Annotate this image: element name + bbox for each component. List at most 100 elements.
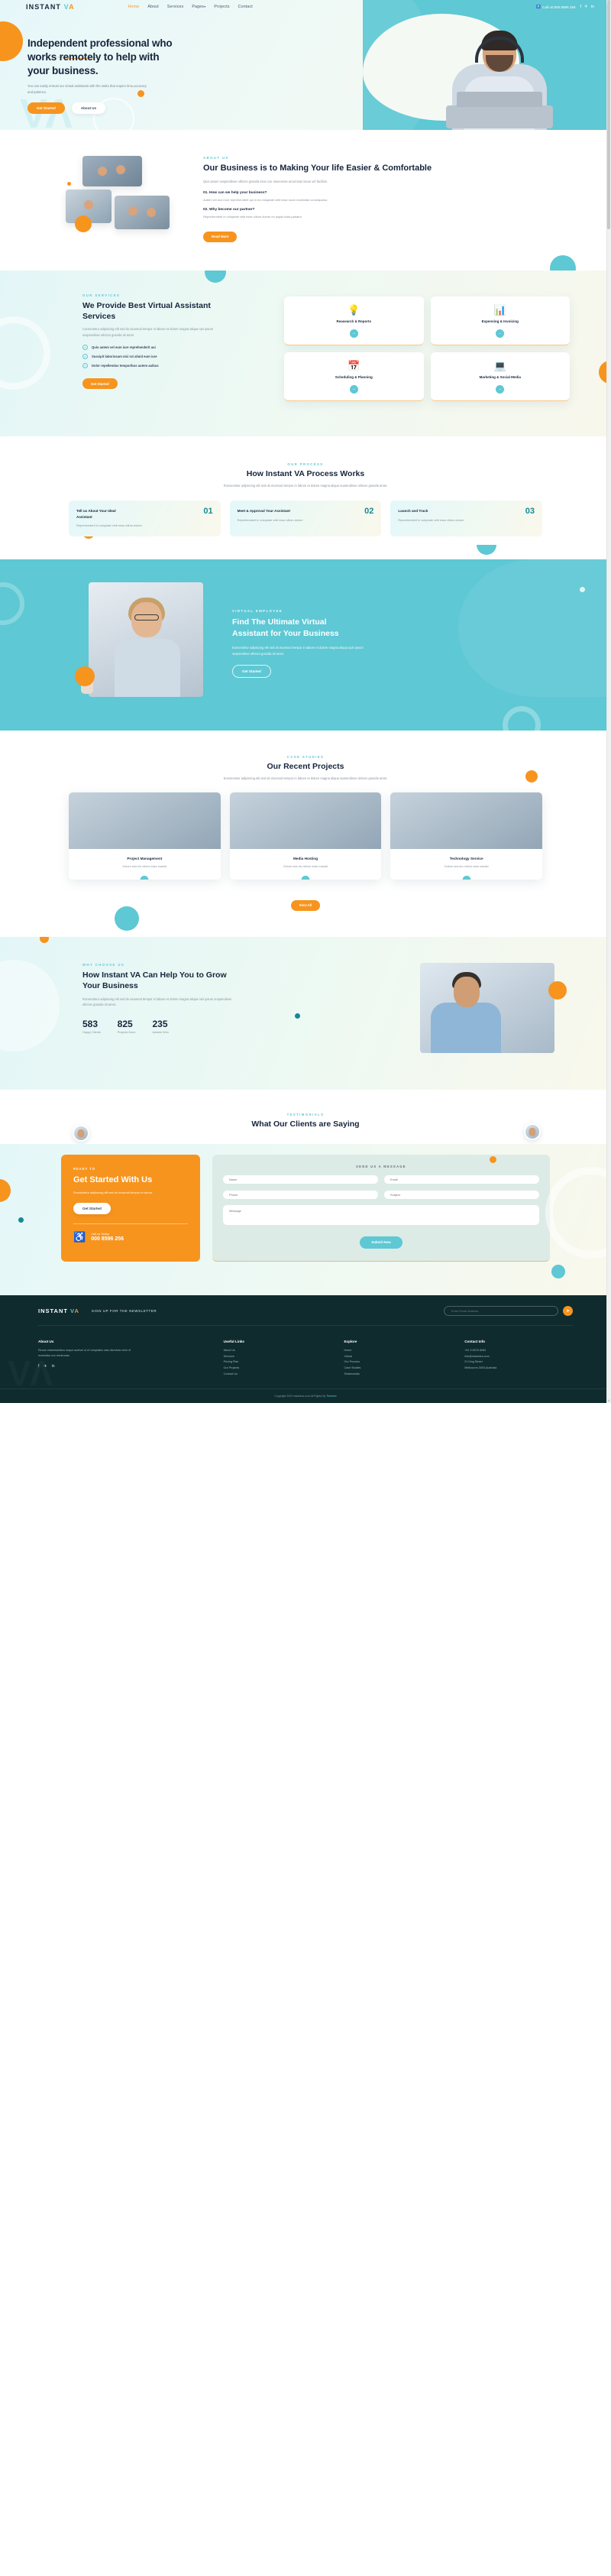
process-step-2: 02 Meet & Approval Your Assistant Repreh…: [229, 501, 382, 536]
project-card-2[interactable]: Media Hosting Dolore sea eiu rebvm esse …: [229, 792, 382, 880]
cta-get-started-button[interactable]: Get Started: [73, 1203, 111, 1215]
brand-logo[interactable]: INSTANT VA: [26, 3, 75, 11]
footer-copyright-link[interactable]: Themeix: [326, 1395, 336, 1398]
teal-ring-left: [0, 582, 24, 625]
footer-explore-our-process[interactable]: Our Process: [344, 1359, 452, 1366]
hero-about-us-button[interactable]: About Us: [71, 102, 106, 115]
newsletter-email-input[interactable]: [444, 1305, 558, 1316]
phone-field[interactable]: [223, 1190, 378, 1199]
footer-link-pricing-plan[interactable]: Pricing Plan: [224, 1359, 332, 1366]
name-field[interactable]: [223, 1175, 378, 1184]
footer-link-our-projects[interactable]: Our Projects: [224, 1366, 332, 1372]
nav-item-contact[interactable]: Contact: [238, 5, 253, 9]
footer-link-contact-us[interactable]: Contact Us: [224, 1372, 332, 1378]
footer-contact-phone[interactable]: +61 3 8376 6284: [464, 1348, 573, 1354]
process-section: OUR PROCESS How Instant VA Process Works…: [0, 436, 611, 559]
why-orange-dot: [40, 936, 49, 943]
arrow-right-icon[interactable]: →: [140, 876, 149, 880]
process-step-1-title: Tell us About Your Ideal Assistant: [76, 509, 116, 519]
nav-item-home[interactable]: Home: [128, 5, 140, 9]
footer-explore-virtual[interactable]: Virtual: [344, 1354, 452, 1360]
services-eyebrow: OUR SERVICES: [82, 293, 121, 297]
scrollbar-track[interactable]: ▴ ▾: [606, 0, 611, 1403]
service-card-marketing[interactable]: 💻 Marketing & Social Media →: [430, 352, 570, 401]
process-step-1-text: Reprehenderit in voluptate velit esse ci…: [76, 523, 142, 527]
send-icon[interactable]: ➤: [563, 1305, 573, 1316]
submit-now-button[interactable]: Submit Now: [360, 1236, 402, 1249]
services-teal-circle: [205, 271, 226, 283]
scroll-down-arrow[interactable]: ▾: [606, 1398, 611, 1403]
cta-call-block[interactable]: ♿ Call us Today: 000 8596 256: [73, 1232, 188, 1242]
services-description: Consectetur adipiscing elit sed do eiusm…: [82, 327, 214, 338]
projects-title: Our Recent Projects: [267, 761, 344, 771]
why-stats: 583 Happy Clients 825 Projects Done 235 …: [82, 1019, 283, 1034]
service-card-research[interactable]: 💡 Reasearch & Reports →: [284, 296, 424, 345]
linkedin-icon[interactable]: in: [591, 5, 594, 9]
stat-projects-done-number: 825: [117, 1019, 133, 1030]
footer-contact-email[interactable]: info@instantva.com: [464, 1354, 573, 1360]
footer-explore-testimonials[interactable]: Testimonials: [344, 1372, 452, 1378]
header-call[interactable]: ♿ Call us:000 8596 256: [536, 5, 575, 9]
nav-item-pages-label: Pages: [192, 5, 205, 9]
subject-field[interactable]: [384, 1190, 539, 1199]
about-photo-3: [115, 196, 170, 229]
arrow-right-icon[interactable]: →: [496, 329, 505, 338]
arrow-right-icon[interactable]: →: [349, 384, 358, 394]
footer-explore-home[interactable]: Home: [344, 1348, 452, 1354]
arrow-right-icon[interactable]: →: [496, 384, 505, 394]
header-contact-block: ♿ Call us:000 8596 256 f ✈ in: [536, 5, 594, 9]
arrow-right-icon[interactable]: →: [301, 876, 310, 880]
arrow-right-icon[interactable]: →: [462, 876, 471, 880]
nav-item-projects[interactable]: Projects: [214, 5, 229, 9]
footer-about-title: About Us: [38, 1339, 54, 1343]
teal-swoosh: [458, 559, 611, 697]
linkedin-icon[interactable]: in: [52, 1364, 55, 1369]
hero-get-started-button[interactable]: Get Started: [27, 102, 65, 115]
services-bullet-2-label: Suscipit laboriosam nisi rut aliuid eum …: [92, 354, 157, 358]
scrollbar-thumb[interactable]: [607, 0, 610, 229]
process-teal-arc: [477, 544, 496, 555]
why-description: Ronsectetur adipiscing elit sed do eiusm…: [82, 996, 232, 1007]
contact-teal-circle: [551, 1264, 565, 1278]
virtual-employee-section: VIRTUAL EMPLOYEE Find The Ultimate Virtu…: [0, 559, 611, 731]
projects-view-all-button[interactable]: View All: [290, 899, 321, 911]
newsletter-form: ➤: [444, 1305, 573, 1316]
services-bullet-2: ✓ Suscipit laboriosam nisi rut aliuid eum…: [82, 353, 267, 359]
arrow-right-icon[interactable]: →: [349, 329, 358, 338]
footer-column-about: About Us Rerum reiaeeiiantbus seque auet…: [38, 1340, 212, 1378]
message-field[interactable]: [223, 1204, 539, 1225]
footer-explore-case-studies[interactable]: Case Studies: [344, 1366, 452, 1372]
nav-item-pages[interactable]: Pages▾: [192, 5, 205, 9]
email-field[interactable]: [384, 1175, 539, 1184]
service-card-marketing-title: Marketing & Social Media: [479, 374, 521, 379]
twitter-icon[interactable]: ✈: [584, 5, 588, 9]
project-card-1[interactable]: Project Management Dolore sea eiu rebvm …: [69, 792, 221, 880]
nav-item-about[interactable]: About: [147, 5, 159, 9]
facebook-icon[interactable]: f: [580, 5, 582, 9]
why-orange-circle: [548, 980, 567, 1000]
about-read-more-button[interactable]: Read More: [203, 231, 238, 242]
about-teal-circle: [550, 255, 576, 271]
service-card-scheduling[interactable]: 📅 Scheduling & Planning →: [284, 352, 424, 401]
footer-socials: f ✈ in: [38, 1364, 201, 1369]
brand-name-part3: A: [69, 3, 75, 11]
service-card-research-title: Reasearch & Reports: [336, 319, 372, 323]
footer-brand-part3: A: [74, 1307, 79, 1314]
stat-awards-won: 235 Awards Won: [153, 1019, 169, 1034]
footer-link-about-us[interactable]: About Us: [224, 1348, 332, 1354]
about-orange-circle: [75, 215, 92, 232]
about-photo-1: [82, 156, 142, 186]
contact-teal-dot: [18, 1217, 24, 1223]
footer-logo[interactable]: INSTANT VA: [38, 1307, 79, 1314]
footer-link-services[interactable]: Services: [224, 1354, 332, 1360]
about-lead: Quis ipsum suspendisse ultrices gravida …: [203, 179, 328, 183]
testimonial-avatar-1: [73, 1124, 89, 1142]
services-get-started-button[interactable]: Get Started: [82, 378, 118, 390]
footer-brand-part1: INSTANT: [38, 1307, 68, 1314]
project-card-3[interactable]: Technology Service Dolore sea eiu rebvm …: [390, 792, 543, 880]
virtual-employee-get-started-button[interactable]: Get Started: [232, 664, 271, 678]
nav-item-services[interactable]: Services: [167, 5, 184, 9]
service-card-expensing[interactable]: 📊 Expensing & Invoicing →: [430, 296, 570, 345]
footer-contact-street: 21 King Street: [464, 1360, 483, 1364]
header-socials: f ✈ in: [580, 5, 594, 9]
